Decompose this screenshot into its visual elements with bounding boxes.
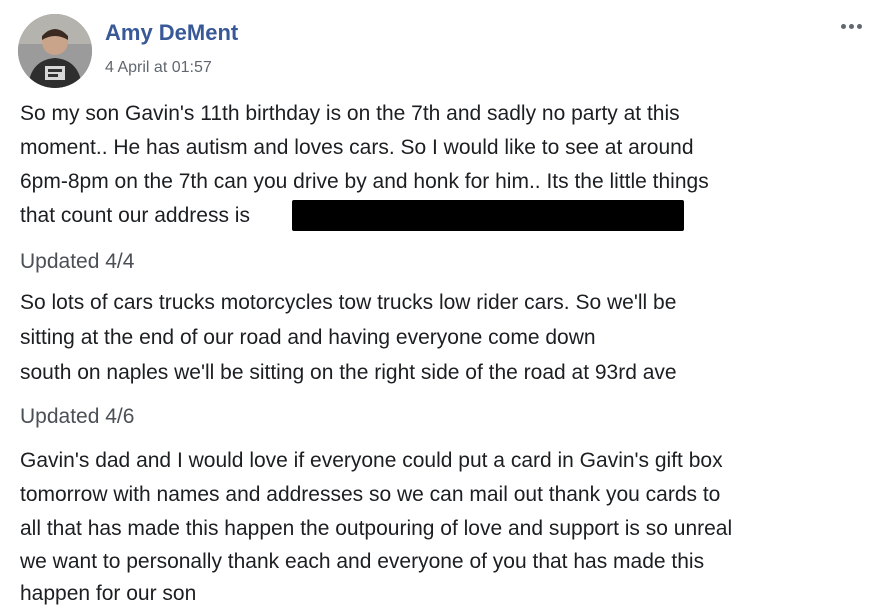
post-text-line: that count our address is [20,204,250,227]
post-text-line: So lots of cars trucks motorcycles tow t… [20,291,677,314]
more-dot [856,23,862,29]
update-label: Updated 4/4 [20,250,135,273]
more-dot [848,23,854,29]
post-timestamp[interactable]: 4 April at 01:57 [105,59,212,77]
post-text-line: sitting at the end of our road and havin… [20,326,596,349]
update-label: Updated 4/6 [20,405,135,428]
author-name[interactable]: Amy DeMent [105,20,238,46]
address-redaction [292,200,684,231]
avatar-photo [18,14,92,88]
more-dot [840,23,846,29]
post-text-line: tomorrow with names and addresses so we … [20,483,721,506]
post-text-line: south on naples we'll be sitting on the … [20,361,677,384]
user-avatar[interactable] [18,14,92,88]
post-text-line: 6pm-8pm on the 7th can you drive by and … [20,170,709,193]
post-text-line: So my son Gavin's 11th birthday is on th… [20,102,680,125]
post-text-line: Gavin's dad and I would love if everyone… [20,449,723,472]
post-text-line: all that has made this happen the outpou… [20,517,733,540]
post-text-line: happen for our son [20,582,197,605]
facebook-post: Amy DeMent 4 April at 01:57 So my son Ga… [0,0,875,614]
post-text-line: moment.. He has autism and loves cars. S… [20,136,694,159]
more-options-icon[interactable] [835,16,867,36]
post-text-line: we want to personally thank each and eve… [20,550,705,573]
